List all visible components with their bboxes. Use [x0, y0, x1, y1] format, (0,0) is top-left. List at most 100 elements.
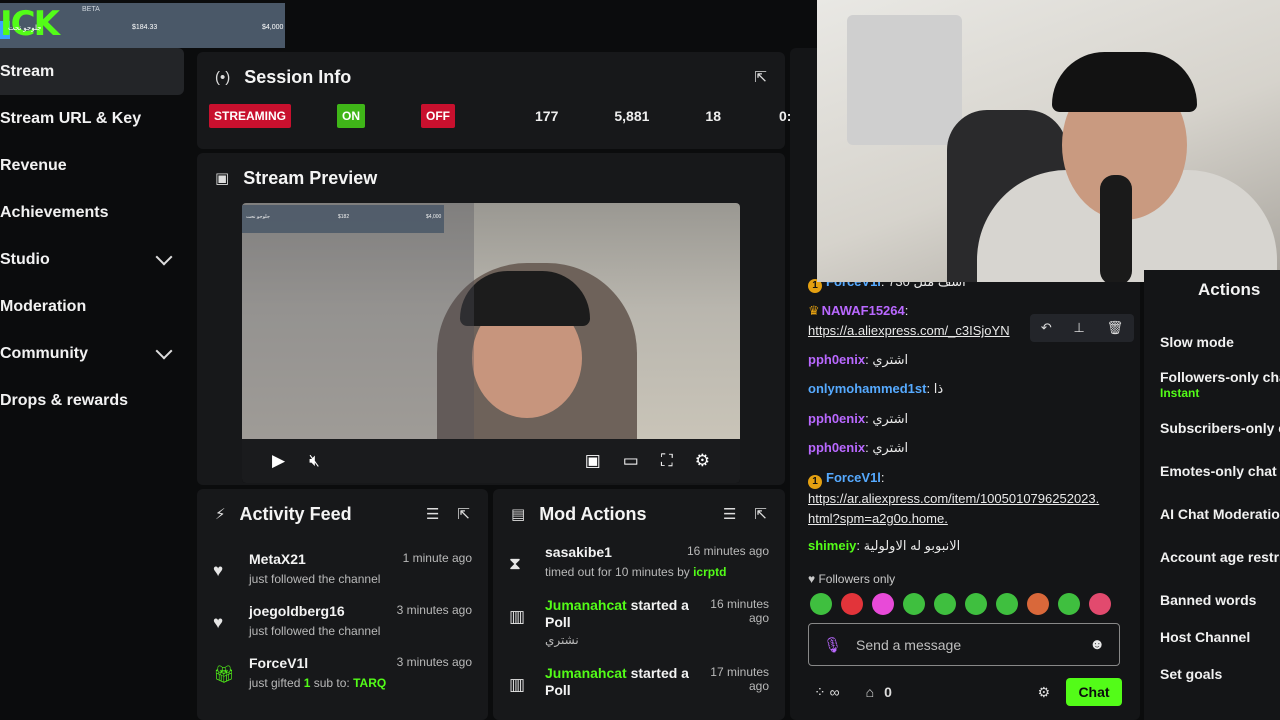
filter-icon[interactable]: ☰	[426, 505, 439, 523]
mod-item: ▥ Jumanahcat started a Poll نشتري 16 min…	[493, 597, 785, 665]
filter-icon[interactable]: ☰	[723, 505, 736, 523]
feed-description: just gifted 1 sub to: TARQ	[249, 676, 472, 690]
sidebar-item-achievements[interactable]: Achievements	[0, 189, 190, 236]
stream-preview-panel: ▣ Stream Preview جلوجو نحت $182 $4,000 ▶…	[197, 153, 785, 485]
panel-title: Stream Preview	[243, 167, 378, 188]
action-banned-words[interactable]: Banned words	[1160, 592, 1256, 608]
chat-send-button[interactable]: Chat	[1066, 678, 1122, 706]
popout-icon[interactable]: ⇱	[754, 505, 767, 523]
emote-icon[interactable]	[965, 593, 987, 615]
feed-username[interactable]: MetaX21	[249, 551, 306, 567]
action-host-channel[interactable]: Host Channel	[1160, 629, 1250, 645]
actions-panel: Actions Slow mode Followers-only cha Ins…	[1144, 270, 1280, 720]
feed-username[interactable]: joegoldberg16	[249, 603, 345, 619]
sidebar-item-label: Studio	[0, 250, 50, 268]
followers-only-value: Instant	[1160, 386, 1200, 400]
gift-icon: 🎁︎	[213, 665, 235, 684]
emote-icon[interactable]	[1089, 593, 1111, 615]
store-icon[interactable]: ⌂	[866, 684, 874, 700]
popout-icon[interactable]: ⇱	[457, 505, 470, 523]
action-subscribers-only[interactable]: Subscribers-only c	[1160, 420, 1280, 436]
emote-icon[interactable]	[934, 593, 956, 615]
reply-icon[interactable]: ↶	[1041, 320, 1052, 336]
emoji-icon[interactable]: ☻	[1089, 636, 1105, 653]
video-frame: جلوجو نحت $182 $4,000	[242, 203, 740, 439]
chat-username[interactable]: shimeiy	[808, 538, 856, 553]
chat-username[interactable]: pph0enix	[808, 440, 865, 455]
emote-icon[interactable]	[810, 593, 832, 615]
stat-value: 18	[705, 108, 721, 124]
infinity-icon[interactable]: ⁘ ∞	[814, 684, 840, 701]
chevron-down-icon[interactable]	[155, 342, 173, 359]
gift-target[interactable]: TARQ	[353, 676, 386, 690]
sidebar-item-community[interactable]: Community	[0, 330, 190, 377]
action-account-age[interactable]: Account age restri	[1160, 549, 1280, 565]
streaming-badge: STREAMING	[209, 104, 291, 128]
off-badge[interactable]: OFF	[421, 104, 455, 128]
emote-icon[interactable]	[903, 593, 925, 615]
sidebar-item-label: Drops & rewards	[0, 391, 129, 409]
emote-icon[interactable]	[1058, 593, 1080, 615]
chat-message: pph0enix: اشتري	[808, 352, 909, 367]
miniplayer-icon[interactable]: ▣	[585, 451, 601, 471]
mod-desc-prefix: timed out for 10 minutes by	[545, 565, 694, 579]
action-set-goals[interactable]: Set goals	[1160, 666, 1222, 682]
action-emotes-only[interactable]: Emotes-only chat	[1160, 463, 1277, 479]
emote-icon[interactable]	[996, 593, 1018, 615]
sidebar-item-revenue[interactable]: Revenue	[0, 142, 190, 189]
goal-name: جلوجو نحت	[8, 25, 42, 32]
gift-mid: sub to:	[310, 676, 354, 690]
chat-username[interactable]: pph0enix	[808, 411, 865, 426]
sidebar-item-moderation[interactable]: Moderation	[0, 283, 190, 330]
mod-by-user[interactable]: icrptd	[693, 565, 726, 579]
chat-username[interactable]: ForceV1l	[826, 470, 881, 485]
chat-message: pph0enix: اشتري	[808, 440, 909, 455]
feed-description: just followed the channel	[249, 572, 381, 586]
feed-item: 🎁︎ ForceV1l 3 minutes ago just gifted 1 …	[197, 655, 488, 707]
trash-icon[interactable]: 🗑︎	[1107, 320, 1124, 336]
mod-username[interactable]: Jumanahcat	[545, 665, 627, 681]
sidebar-item-studio[interactable]: Studio	[0, 236, 190, 283]
fullscreen-icon[interactable]: ⛶	[661, 451, 673, 471]
on-badge[interactable]: ON	[337, 104, 365, 128]
emote-icon[interactable]	[1027, 593, 1049, 615]
chat-username[interactable]: NAWAF15264	[822, 303, 905, 318]
popout-icon[interactable]: ⇱	[754, 68, 767, 86]
feed-username[interactable]: ForceV1l	[249, 655, 308, 671]
microphone-icon[interactable]: 🎙︎	[823, 636, 842, 654]
settings-gear-icon[interactable]: ⚙	[1037, 684, 1050, 701]
chat-text: اشتري	[872, 352, 909, 367]
goal-bar: ICK BETA جلوجو نحت $184.33 $4,000	[0, 3, 285, 48]
action-ai-moderation[interactable]: AI Chat Moderatio	[1160, 506, 1280, 522]
sidebar-item-stream-url-key[interactable]: Stream URL & Key	[0, 95, 190, 142]
emote-icon[interactable]	[841, 593, 863, 615]
overlay-goal-current: $182	[338, 214, 350, 220]
sidebar-item-label: Revenue	[0, 156, 67, 174]
sidebar-item-stream[interactable]: Stream	[0, 48, 184, 95]
action-followers-only[interactable]: Followers-only cha	[1160, 369, 1280, 385]
chat-message: shimeiy: الانبوبو له الاولولية	[808, 538, 961, 553]
sidebar-item-label: Stream URL & Key	[0, 109, 142, 127]
chat-message-input[interactable]	[856, 636, 1090, 653]
mute-icon[interactable]: 🔇︎	[309, 451, 320, 471]
chat-username[interactable]: onlymohammed1st	[808, 381, 926, 396]
chat-link[interactable]: https://a.aliexpress.com/_c3ISjoYN	[808, 323, 1010, 338]
chevron-down-icon[interactable]	[155, 248, 173, 265]
video-player[interactable]: جلوجو نحت $182 $4,000 ▶ 🔇︎ ▣ ▭ ⛶ ⚙	[242, 203, 740, 483]
emote-icon[interactable]	[872, 593, 894, 615]
chat-overlay	[242, 203, 474, 439]
player-controls: ▶ 🔇︎ ▣ ▭ ⛶ ⚙	[242, 439, 740, 483]
chat-link[interactable]: html?spm=a2g0o.home.	[808, 511, 948, 526]
streamer-cap	[1052, 52, 1197, 112]
gift-prefix: just gifted	[249, 676, 304, 690]
mod-username[interactable]: Jumanahcat	[545, 597, 627, 613]
action-slow-mode[interactable]: Slow mode	[1160, 334, 1234, 350]
theater-icon[interactable]: ▭	[623, 451, 639, 471]
mod-username[interactable]: sasakibe1	[545, 544, 612, 560]
sidebar-item-drops-rewards[interactable]: Drops & rewards	[0, 377, 190, 424]
settings-gear-icon[interactable]: ⚙	[695, 451, 710, 471]
play-icon[interactable]: ▶	[272, 451, 285, 471]
chat-link[interactable]: https://ar.aliexpress.com/item/100501079…	[808, 491, 1099, 506]
chat-username[interactable]: pph0enix	[808, 352, 865, 367]
pin-icon[interactable]: ⊥	[1074, 320, 1085, 336]
